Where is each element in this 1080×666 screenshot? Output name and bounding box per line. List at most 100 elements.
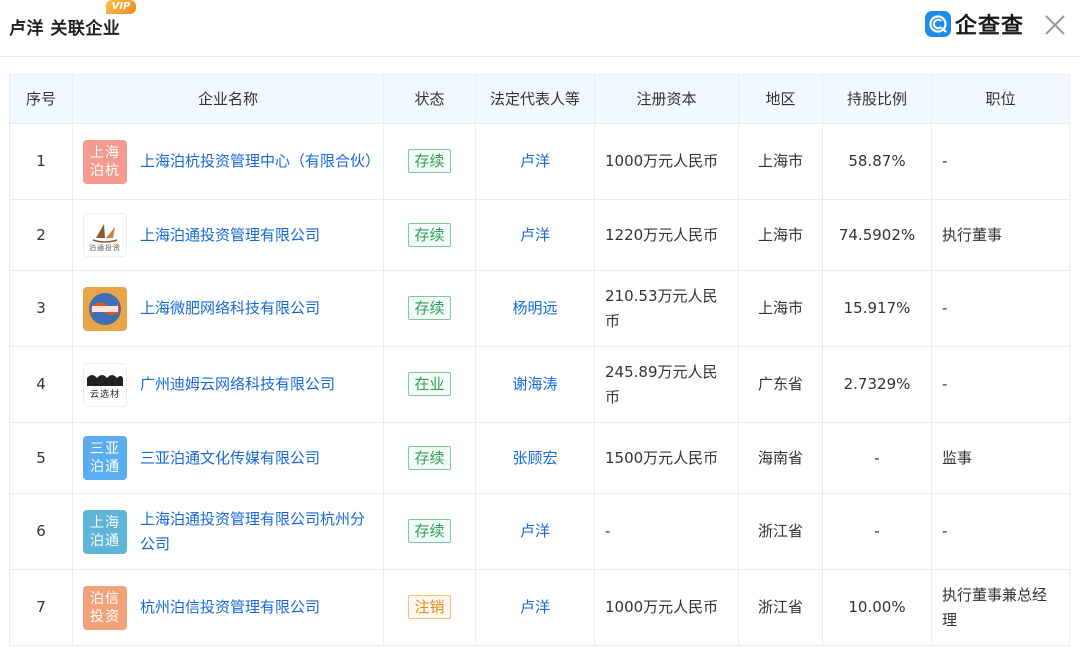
status-cell: 存续 [383, 123, 476, 200]
capital-cell: 1000万元人民币 [594, 123, 739, 200]
col-header-index: 序号 [9, 74, 73, 124]
position-cell: - [931, 270, 1070, 347]
legal-rep-link[interactable]: 卢洋 [520, 226, 550, 244]
company-link[interactable]: 三亚泊通文化传媒有限公司 [140, 446, 320, 471]
legal-rep-link[interactable]: 谢海涛 [512, 375, 557, 393]
position-cell: 执行董事 [931, 199, 1070, 271]
company-logo-image: 泊通投资 [83, 213, 127, 257]
legal-rep-link[interactable]: 卢洋 [520, 522, 550, 540]
legal-rep-cell: 杨明远 [475, 270, 595, 347]
company-logo: 上海泊杭 [83, 139, 127, 184]
capital-cell: 245.89万元人民币 [594, 346, 739, 423]
legal-rep-cell: 卢洋 [475, 199, 595, 271]
table-row: 5 三亚泊通 三亚泊通文化传媒有限公司 存续 张顾宏 1500万元人民币 海南省… [9, 422, 1070, 494]
legal-rep-link[interactable]: 张顾宏 [512, 449, 557, 467]
company-cell: 上海微肥网络科技有限公司 [72, 270, 384, 347]
capital-cell: 1500万元人民币 [594, 422, 739, 494]
share-cell: - [822, 422, 932, 494]
region-cell: 上海市 [738, 270, 823, 347]
related-companies-table: 序号 企业名称 状态 法定代表人等 注册资本 地区 持股比例 职位 1 上海泊杭… [9, 74, 1070, 646]
company-cell: 上海泊通 上海泊通投资管理有限公司杭州分公司 [72, 493, 384, 570]
status-cell: 注销 [383, 569, 476, 646]
table-row: 3 上海微肥网络科技有限公司 存续 杨明远 210.53万元人民币 上海市 15… [9, 270, 1070, 347]
close-icon [1045, 15, 1065, 35]
status-cell: 存续 [383, 493, 476, 570]
capital-cell: 1220万元人民币 [594, 199, 739, 271]
region-cell: 浙江省 [738, 493, 823, 570]
col-header-company: 企业名称 [72, 74, 384, 124]
close-button[interactable] [1042, 12, 1068, 38]
logo-caption: 云选材 [90, 388, 120, 400]
company-link[interactable]: 广州迪姆云网络科技有限公司 [140, 372, 335, 397]
status-cell: 存续 [383, 270, 476, 347]
position-cell: - [931, 346, 1070, 423]
legal-rep-cell: 谢海涛 [475, 346, 595, 423]
status-badge: 存续 [408, 222, 451, 247]
region-cell: 广东省 [738, 346, 823, 423]
col-header-region: 地区 [738, 74, 823, 124]
company-cell: 泊信投资 杭州泊信投资管理有限公司 [72, 569, 384, 646]
company-cell: 泊通投资 上海泊通投资管理有限公司 [72, 199, 384, 271]
modal-header: 卢洋 关联企业 VIP 企查查 [0, 0, 1080, 57]
company-logo: 三亚泊通 [83, 436, 127, 480]
table-row: 1 上海泊杭 上海泊杭投资管理中心（有限合伙） 存续 卢洋 1000万元人民币 … [9, 123, 1070, 200]
col-header-capital: 注册资本 [594, 74, 739, 124]
col-header-status: 状态 [383, 74, 476, 124]
status-cell: 在业 [383, 346, 476, 423]
position-cell: 监事 [931, 422, 1070, 494]
position-cell: - [931, 123, 1070, 200]
region-cell: 上海市 [738, 123, 823, 200]
status-badge: 存续 [408, 445, 451, 470]
capital-cell: 1000万元人民币 [594, 569, 739, 646]
capital-cell: - [594, 493, 739, 570]
company-cell: 三亚泊通 三亚泊通文化传媒有限公司 [72, 422, 384, 494]
company-link[interactable]: 上海泊杭投资管理中心（有限合伙） [140, 149, 380, 174]
table-row: 4 云选材 广州迪姆云网络科技有限公司 在业 谢海涛 245.89万元人民币 广… [9, 346, 1070, 423]
row-index: 5 [9, 422, 73, 494]
row-index: 4 [9, 346, 73, 423]
company-logo-image: 云选材 [83, 362, 127, 407]
status-badge: 存续 [408, 519, 451, 543]
position-cell: - [931, 493, 1070, 570]
row-index: 7 [9, 569, 73, 646]
status-cell: 存续 [383, 199, 476, 271]
legal-rep-cell: 张顾宏 [475, 422, 595, 494]
legal-rep-cell: 卢洋 [475, 569, 595, 646]
share-cell: 15.917% [822, 270, 932, 347]
region-cell: 浙江省 [738, 569, 823, 646]
status-badge: 在业 [408, 372, 451, 396]
col-header-share: 持股比例 [822, 74, 932, 124]
capital-cell: 210.53万元人民币 [594, 270, 739, 347]
col-header-position: 职位 [931, 74, 1070, 124]
region-cell: 上海市 [738, 199, 823, 271]
company-link[interactable]: 上海微肥网络科技有限公司 [140, 296, 320, 321]
company-link[interactable]: 杭州泊信投资管理有限公司 [140, 595, 320, 620]
legal-rep-link[interactable]: 杨明远 [512, 299, 557, 317]
table-row: 6 上海泊通 上海泊通投资管理有限公司杭州分公司 存续 卢洋 - 浙江省 - - [9, 493, 1070, 570]
share-cell: 74.5902% [822, 199, 932, 271]
legal-rep-link[interactable]: 卢洋 [520, 152, 550, 170]
company-cell: 上海泊杭 上海泊杭投资管理中心（有限合伙） [72, 123, 384, 200]
legal-rep-cell: 卢洋 [475, 493, 595, 570]
share-cell: 58.87% [822, 123, 932, 200]
company-logo: 泊信投资 [83, 585, 127, 630]
company-logo: 上海泊通 [83, 509, 127, 554]
table-row: 2 泊通投资 上海泊通投资管理有限公司 存续 卢洋 1220万元人民币 上海市 … [9, 199, 1070, 271]
brand-logo: 企查查 [925, 8, 1024, 40]
share-cell: 10.00% [822, 569, 932, 646]
row-index: 6 [9, 493, 73, 570]
legal-rep-cell: 卢洋 [475, 123, 595, 200]
position-cell: 执行董事兼总经理 [931, 569, 1070, 646]
row-index: 1 [9, 123, 73, 200]
share-cell: 2.7329% [822, 346, 932, 423]
status-badge: 存续 [408, 149, 451, 173]
status-cell: 存续 [383, 422, 476, 494]
table-row: 7 泊信投资 杭州泊信投资管理有限公司 注销 卢洋 1000万元人民币 浙江省 … [9, 569, 1070, 646]
col-header-legal-rep: 法定代表人等 [475, 74, 595, 124]
share-cell: - [822, 493, 932, 570]
company-link[interactable]: 上海泊通投资管理有限公司 [140, 223, 320, 248]
legal-rep-link[interactable]: 卢洋 [520, 598, 550, 616]
region-cell: 海南省 [738, 422, 823, 494]
row-index: 2 [9, 199, 73, 271]
company-link[interactable]: 上海泊通投资管理有限公司杭州分公司 [140, 507, 373, 557]
